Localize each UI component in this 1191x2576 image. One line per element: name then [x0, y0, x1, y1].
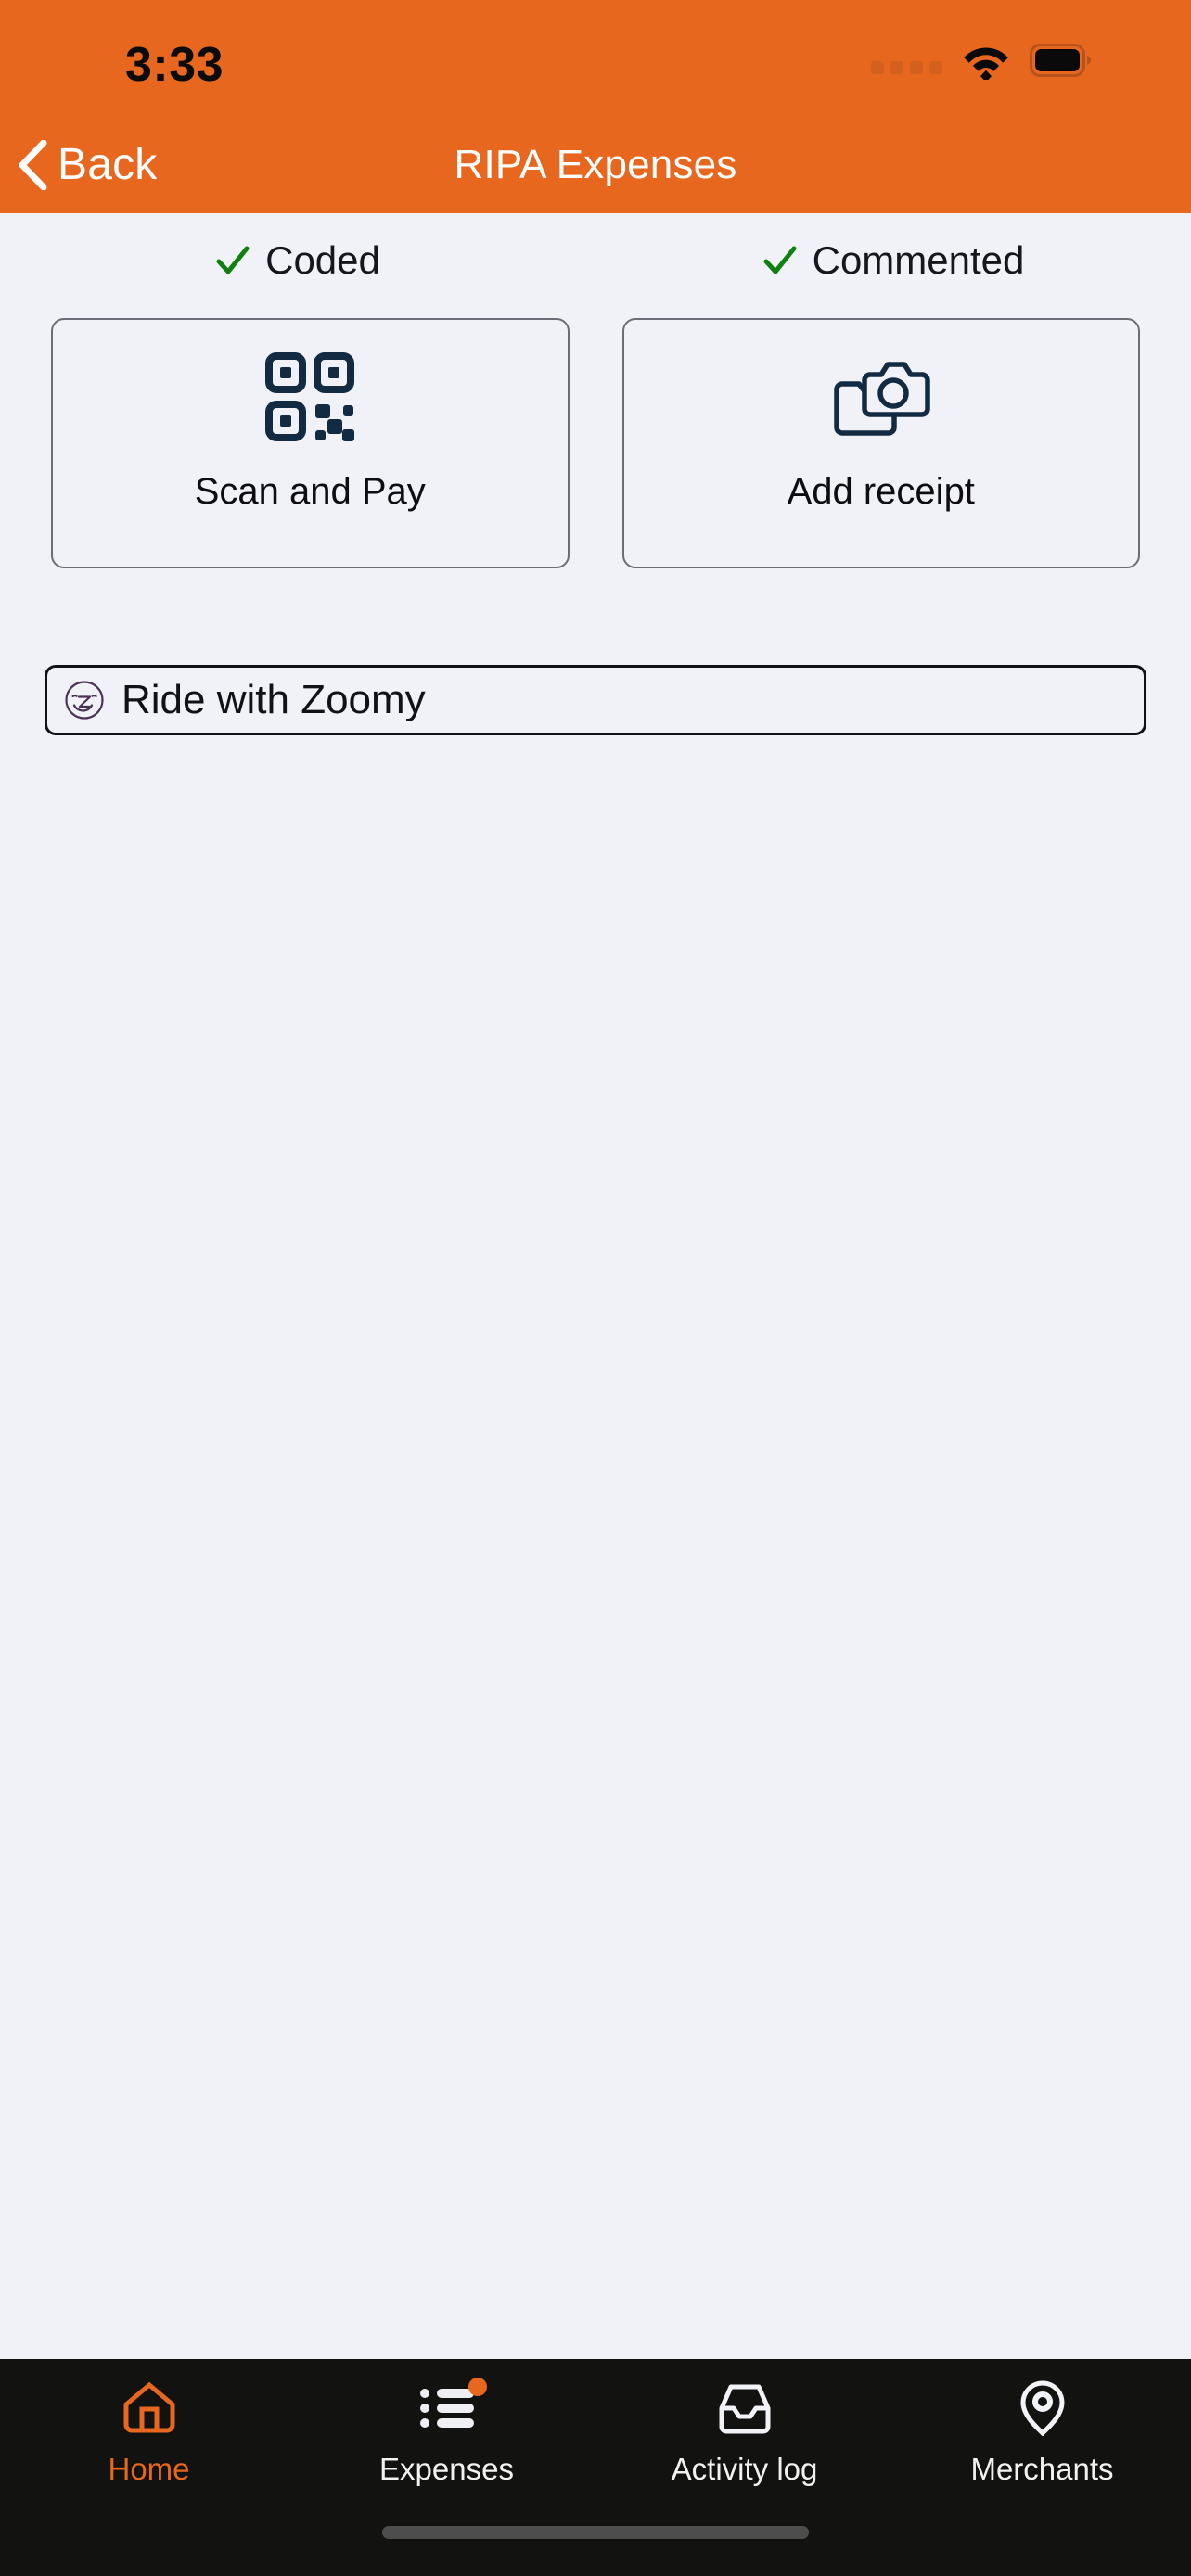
wifi-icon — [964, 47, 1008, 80]
status-chip-label: Commented — [812, 238, 1025, 282]
chevron-left-icon — [19, 139, 47, 190]
tab-activity-log-label: Activity log — [671, 2452, 818, 2486]
signal-dots-icon — [871, 56, 942, 74]
add-receipt-card[interactable]: Add receipt — [621, 318, 1140, 568]
tab-activity-log[interactable]: Activity log — [596, 2379, 893, 2484]
scan-and-pay-icon-wrap — [265, 320, 355, 473]
home-indicator-area — [0, 2526, 1191, 2576]
merchant-row-label: Ride with Zoomy — [122, 677, 426, 722]
expenses-badge-dot — [467, 2378, 487, 2396]
main-content: Coded Commented Scan and Pay Add receipt… — [0, 213, 1191, 2359]
tab-home-label: Home — [108, 2452, 190, 2486]
scan-and-pay-card[interactable]: Scan and Pay — [51, 318, 570, 568]
expense-status-row: Coded Commented — [0, 213, 1191, 280]
add-receipt-label: Add receipt — [787, 471, 975, 512]
tab-expenses[interactable]: Expenses — [298, 2378, 596, 2486]
status-chip-coded: Coded — [0, 241, 596, 280]
back-button[interactable]: Back — [17, 116, 174, 213]
home-icon — [123, 2381, 174, 2433]
home-indicator[interactable] — [382, 2526, 809, 2539]
scan-and-pay-label: Scan and Pay — [194, 471, 426, 512]
merchants-icon-box — [1006, 2379, 1079, 2437]
status-chip-commented: Commented — [596, 241, 1191, 280]
qr-code-icon — [265, 351, 355, 441]
tab-expenses-label: Expenses — [379, 2452, 514, 2486]
status-chip-label: Coded — [265, 238, 380, 282]
action-cards-row: Scan and Pay Add receipt — [0, 280, 1191, 568]
camera-receipt-icon — [834, 361, 930, 436]
bottom-tab-bar: Home Expenses Activity log Merchants — [0, 2359, 1191, 2526]
check-icon — [763, 246, 797, 274]
battery-full-icon — [1030, 44, 1091, 77]
check-icon — [216, 246, 250, 274]
tab-home[interactable]: Home — [0, 2379, 298, 2484]
merchant-row-ride-with-zoomy[interactable]: Ride with Zoomy — [45, 665, 1146, 735]
nav-bar: Back RIPA Expenses — [0, 116, 1191, 213]
home-icon-box — [113, 2379, 186, 2437]
zoomy-logo-icon — [65, 681, 104, 720]
activity-log-icon-box — [709, 2379, 781, 2437]
expenses-icon-box — [411, 2378, 487, 2437]
map-pin-icon — [1019, 2380, 1065, 2436]
status-bar-indicators — [871, 39, 1091, 82]
list-icon — [419, 2389, 474, 2428]
tab-merchants[interactable]: Merchants — [893, 2379, 1191, 2484]
status-bar: 3:33 — [0, 0, 1191, 116]
tab-merchants-label: Merchants — [970, 2452, 1114, 2486]
inbox-icon — [719, 2384, 770, 2434]
page-title: RIPA Expenses — [454, 141, 737, 187]
back-button-label: Back — [58, 139, 158, 189]
app-screen: 3:33 Back RIPA Expenses Coded Commented … — [0, 0, 1191, 2576]
add-receipt-icon-wrap — [829, 320, 933, 473]
status-bar-time: 3:33 — [125, 38, 224, 92]
